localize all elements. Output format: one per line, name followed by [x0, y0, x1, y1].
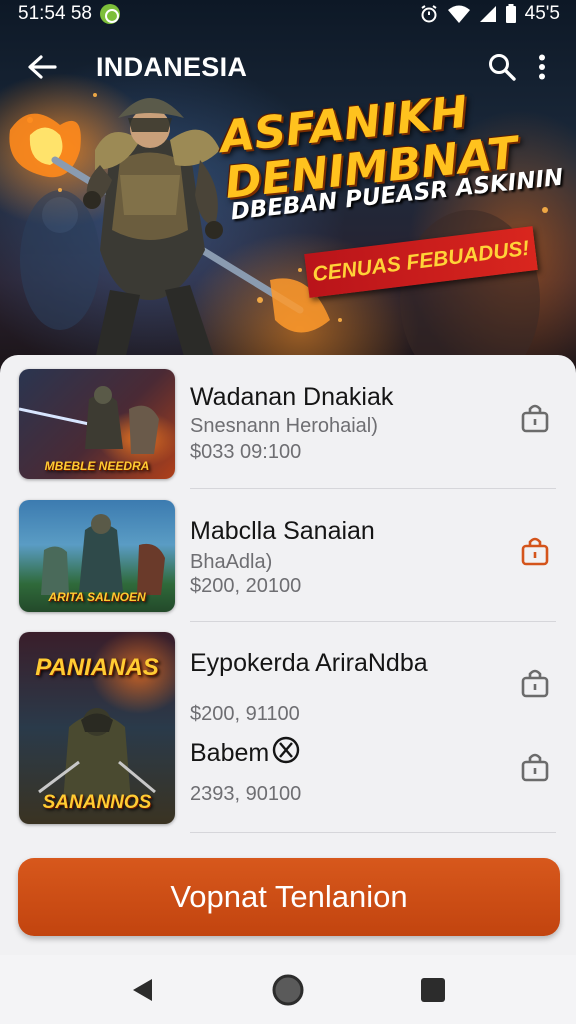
- item-subtitle: Snesnann Herohaial): [190, 415, 378, 437]
- battery-icon: [505, 4, 517, 24]
- alarm-icon: [419, 4, 439, 24]
- app-bar: INDANESIA: [0, 36, 576, 98]
- item-price: 2393, 90100: [190, 783, 302, 805]
- item-thumbnail: MBEBLE NEEDRA: [19, 369, 175, 479]
- status-bar: 51:54 58 45'5: [0, 0, 576, 28]
- app-notification-icon: [99, 4, 120, 24]
- back-arrow-icon[interactable]: [22, 47, 62, 87]
- item-price: $200, 20100: [190, 575, 302, 597]
- status-time: 51:54 58: [18, 3, 92, 24]
- recents-square-icon[interactable]: [403, 960, 463, 1020]
- system-nav-bar: [0, 955, 576, 1024]
- item-title: Babem: [190, 739, 270, 767]
- thumbnail-caption: MBEBLE NEEDRA: [44, 459, 150, 473]
- list-divider: [190, 832, 556, 833]
- item-subtitle: BhaAdla): [190, 551, 273, 573]
- home-circle-icon[interactable]: [258, 960, 318, 1020]
- lock-icon[interactable]: [519, 402, 551, 434]
- item-title: Mabclla Sanaian: [190, 517, 375, 545]
- list-divider: [190, 621, 556, 622]
- item-title-wrap: Babem: [190, 735, 301, 772]
- wifi-icon: [447, 4, 471, 24]
- more-vert-icon[interactable]: [522, 47, 562, 87]
- list-item[interactable]: MBEBLE NEEDRA Wadanan Dnakiak Snesnann H…: [0, 355, 576, 489]
- page-title: INDANESIA: [96, 51, 248, 82]
- primary-cta-button[interactable]: Vopnat Tenlanion: [18, 858, 560, 936]
- list-item[interactable]: ARITA SALNOEN Mabclla Sanaian BhaAdla) $…: [0, 489, 576, 623]
- list-item[interactable]: Babem 2393, 90100: [0, 723, 576, 833]
- item-title: Eypokerda AriraNdba: [190, 649, 428, 677]
- back-triangle-icon[interactable]: [113, 960, 173, 1020]
- item-price: $033 09:100: [190, 441, 302, 463]
- list-item[interactable]: Eypokerda AriraNdba $200, 91100: [0, 623, 576, 725]
- item-thumbnail: ARITA SALNOEN: [19, 500, 175, 612]
- hero-banner[interactable]: 51:54 58 45'5 INDANESIA ASFANIKH DENIMBN…: [0, 0, 576, 372]
- thumbnail-caption: ARITA SALNOEN: [48, 590, 146, 604]
- item-title: Wadanan Dnakiak: [190, 383, 394, 411]
- signal-icon: [479, 5, 497, 23]
- emblem-icon: [271, 735, 301, 772]
- lock-icon[interactable]: [519, 751, 551, 783]
- search-icon[interactable]: [482, 47, 522, 87]
- lock-icon[interactable]: [519, 667, 551, 699]
- lock-icon-active[interactable]: [519, 535, 551, 567]
- battery-level: 45'5: [524, 3, 560, 24]
